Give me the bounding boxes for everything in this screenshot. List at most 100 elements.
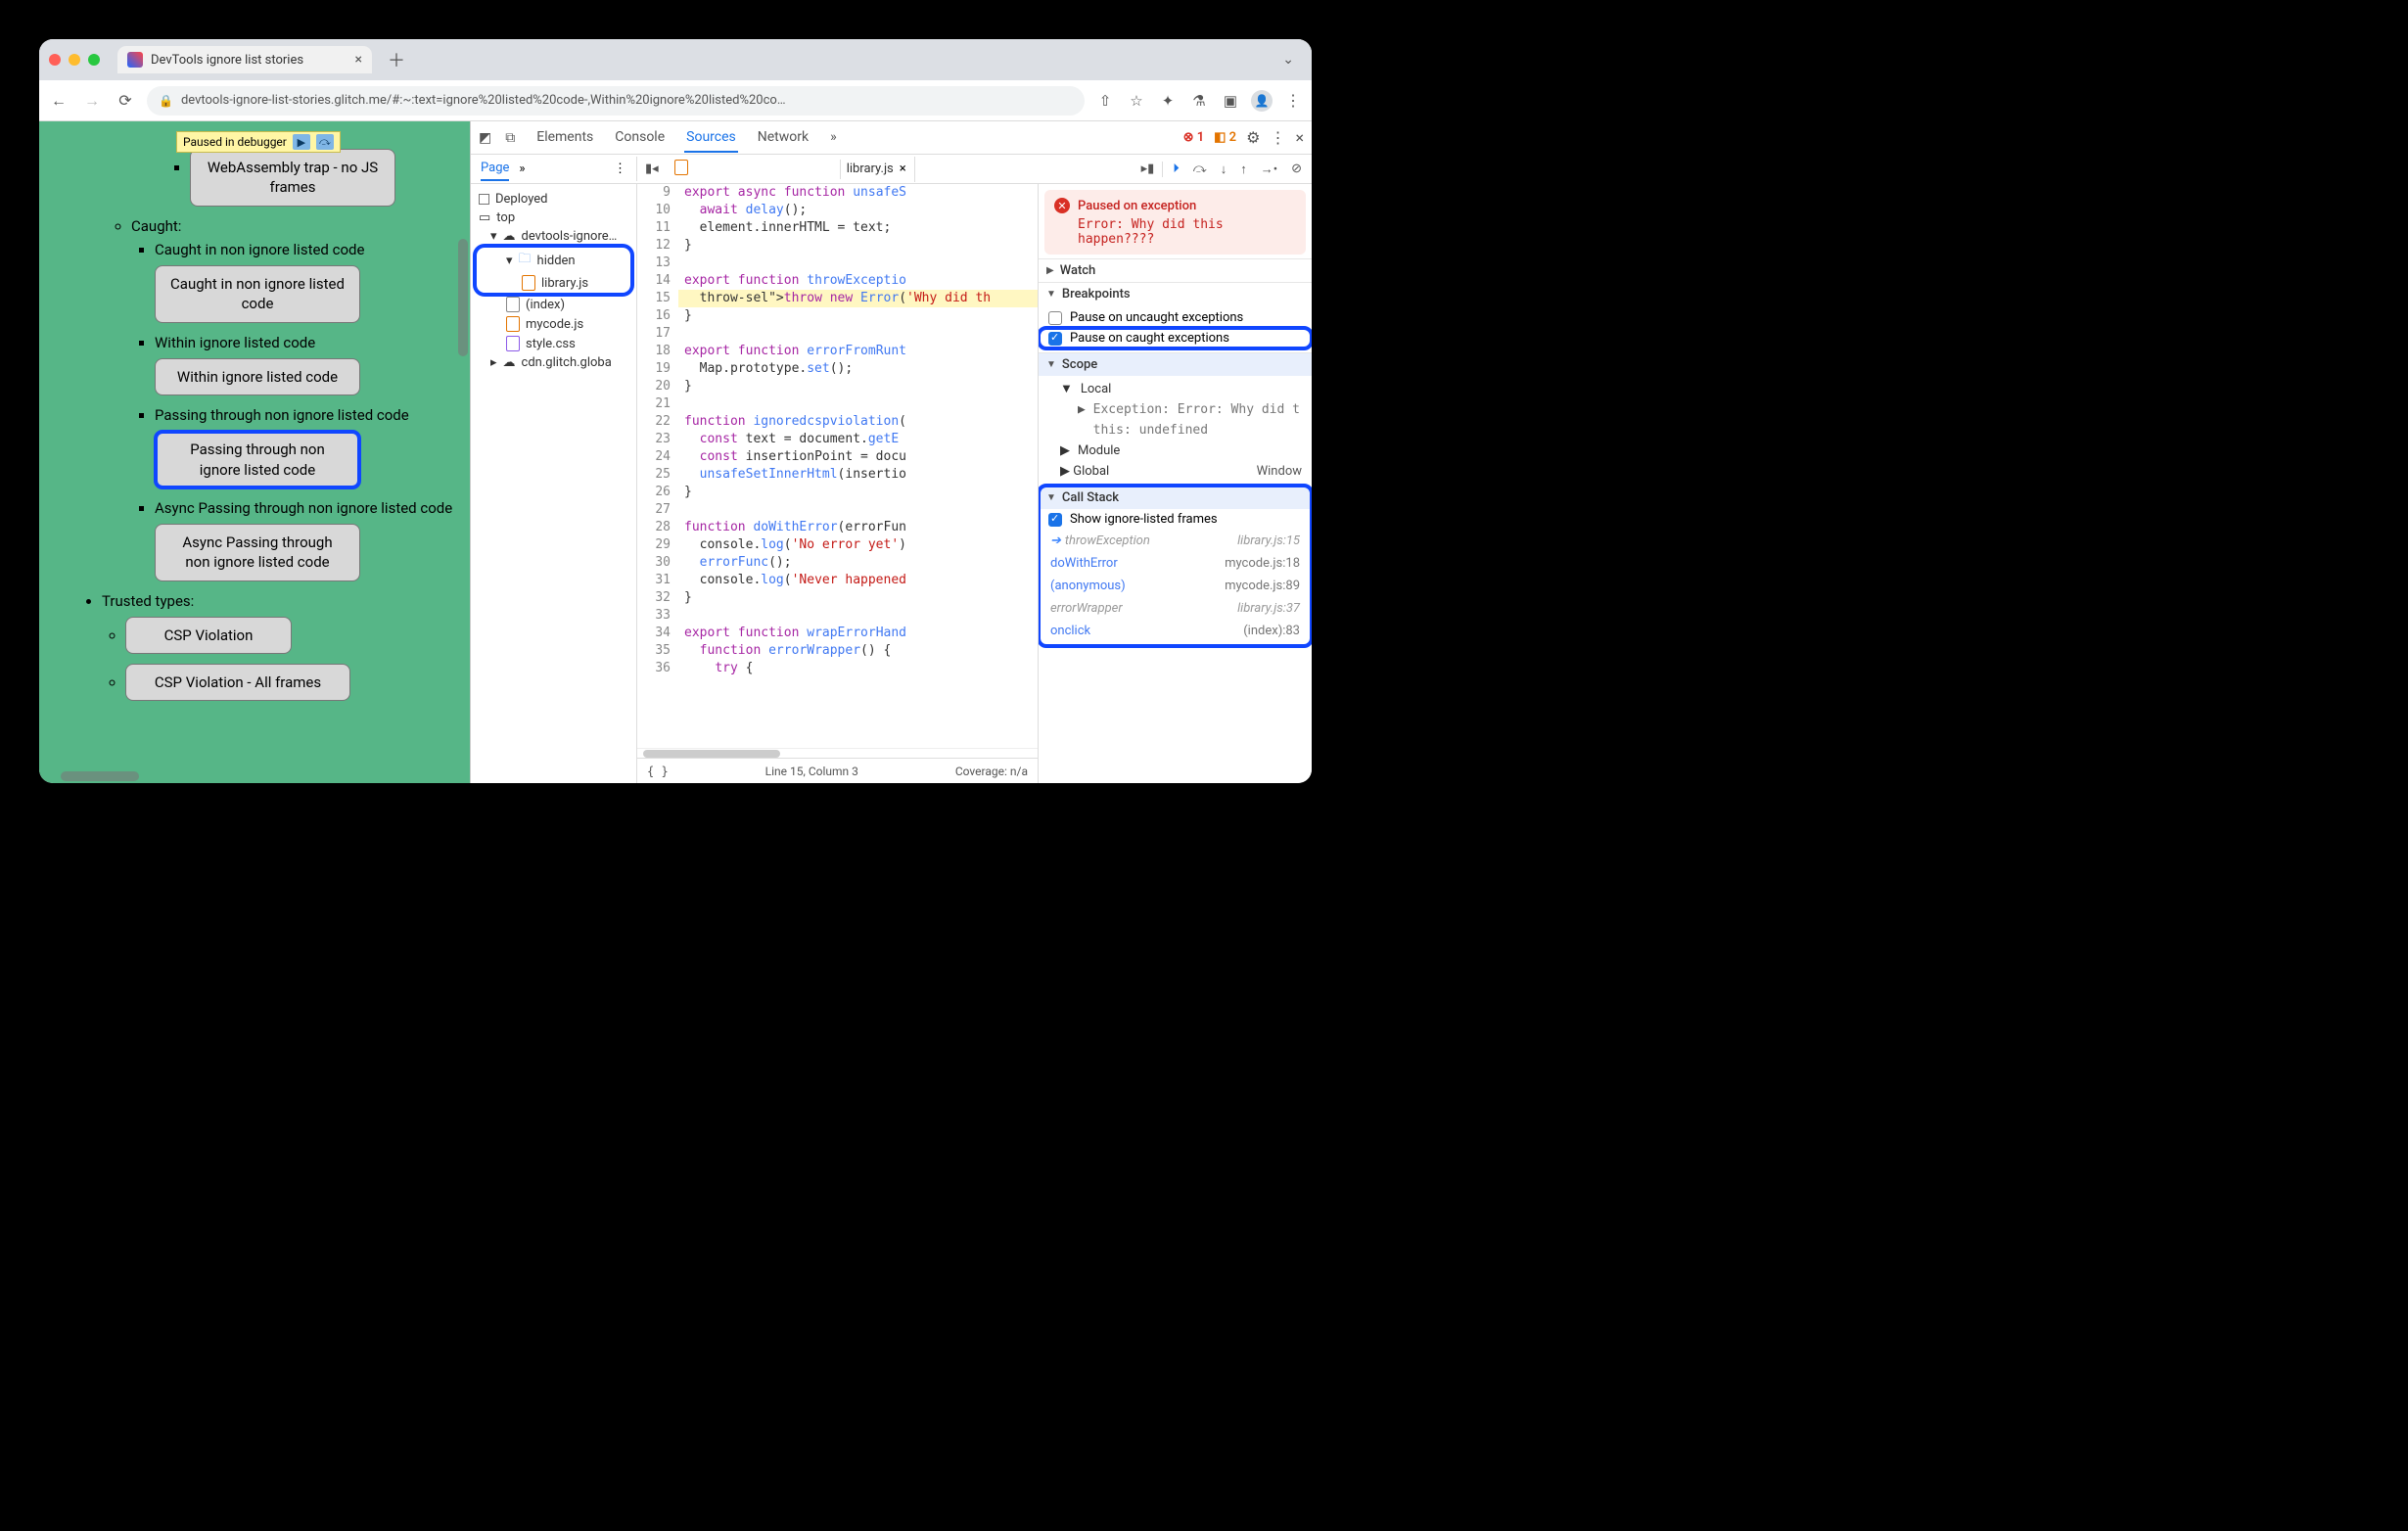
pause-caught-row[interactable]: Pause on caught exceptions <box>1039 328 1312 348</box>
code-line[interactable]: 23 const text = document.getE <box>637 431 1038 448</box>
wasm-trap-button[interactable]: WebAssembly trap - no JS frames <box>190 149 395 207</box>
callstack-frame[interactable]: ➔throwExceptionlibrary.js:15 <box>1039 530 1312 552</box>
code-line[interactable]: 20} <box>637 378 1038 395</box>
code-line[interactable]: 36 try { <box>637 660 1038 677</box>
nav-origin[interactable]: ▾☁devtools-ignore… <box>475 227 632 246</box>
caught-nonignore-button[interactable]: Caught in non ignore listed code <box>155 265 360 323</box>
side-panel-icon[interactable]: ▣ <box>1220 92 1241 110</box>
nav-index-file[interactable]: (index) <box>475 295 632 314</box>
sources-page-overflow-icon[interactable]: » <box>519 162 525 176</box>
code-line[interactable]: 16} <box>637 307 1038 325</box>
code-line[interactable]: 29 console.log('No error yet') <box>637 536 1038 554</box>
code-line[interactable]: 18export function errorFromRunt <box>637 343 1038 360</box>
scope-header[interactable]: ▼Scope <box>1039 353 1312 376</box>
code-line[interactable]: 30 errorFunc(); <box>637 554 1038 572</box>
reload-button[interactable]: ⟳ <box>114 91 137 110</box>
code-line[interactable]: 9export async function unsafeS <box>637 184 1038 202</box>
scope-exception[interactable]: ▶ Exception: Error: Why did t <box>1039 399 1312 420</box>
step-button[interactable]: →• <box>1261 162 1277 177</box>
page-hscrollbar[interactable] <box>61 771 139 781</box>
code-area[interactable]: 9export async function unsafeS10 await d… <box>637 184 1038 748</box>
show-ignore-listed-checkbox[interactable] <box>1048 513 1062 527</box>
code-line[interactable]: 21 <box>637 395 1038 413</box>
nav-library-file[interactable]: library.js <box>475 273 632 293</box>
omnibox[interactable]: 🔒 devtools-ignore-list-stories.glitch.me… <box>147 86 1085 116</box>
page-scrollbar[interactable] <box>458 239 468 356</box>
inspect-element-icon[interactable]: ◩ <box>479 130 491 146</box>
toggle-sidebar-icon[interactable]: ▸▮ <box>1141 162 1155 176</box>
close-window-button[interactable] <box>49 54 61 66</box>
open-file-tab[interactable]: library.js × <box>667 157 915 182</box>
file-tab-close-icon[interactable]: × <box>900 162 906 176</box>
code-line[interactable]: 22function ignoredcspviolation( <box>637 413 1038 431</box>
back-button[interactable]: ← <box>47 91 70 111</box>
code-line[interactable]: 19 Map.prototype.set(); <box>637 360 1038 378</box>
csp-violation-button[interactable]: CSP Violation <box>125 617 292 654</box>
code-line[interactable]: 11 element.innerHTML = text; <box>637 219 1038 237</box>
code-line[interactable]: 15 throw-sel">throw new Error('Why did t… <box>637 290 1038 307</box>
within-ignore-button[interactable]: Within ignore listed code <box>155 358 360 395</box>
code-line[interactable]: 28function doWithError(errorFun <box>637 519 1038 536</box>
passing-through-button[interactable]: Passing through non ignore listed code <box>155 431 360 488</box>
chrome-menu-icon[interactable]: ⋮ <box>1282 91 1304 110</box>
code-line[interactable]: 27 <box>637 501 1038 519</box>
nav-style-file[interactable]: style.css <box>475 334 632 353</box>
code-line[interactable]: 24 const insertionPoint = docu <box>637 448 1038 466</box>
code-line[interactable]: 31 console.log('Never happened <box>637 572 1038 589</box>
error-badge[interactable]: ⊗ 1 <box>1183 130 1205 145</box>
resume-button[interactable]: ⏵ <box>1173 162 1180 176</box>
step-over-button[interactable]: ⤼ <box>1193 162 1207 176</box>
callstack-frame[interactable]: doWithErrormycode.js:18 <box>1039 552 1312 575</box>
code-line[interactable]: 12} <box>637 237 1038 255</box>
devtools-close-icon[interactable]: × <box>1295 128 1304 147</box>
scope-local[interactable]: ▼Local <box>1039 378 1312 399</box>
sources-page-tab[interactable]: Page <box>481 157 509 181</box>
device-toolbar-icon[interactable]: ⧉ <box>505 130 515 146</box>
pause-uncaught-row[interactable]: Pause on uncaught exceptions <box>1039 307 1312 328</box>
watch-header[interactable]: ▶Watch <box>1039 259 1312 282</box>
code-line[interactable]: 10 await delay(); <box>637 202 1038 219</box>
toggle-navigator-icon[interactable]: ▮◂ <box>645 162 659 176</box>
tab-close-icon[interactable]: × <box>355 52 362 68</box>
code-line[interactable]: 17 <box>637 325 1038 343</box>
callstack-header[interactable]: ▼Call Stack <box>1039 487 1312 509</box>
flask-icon[interactable]: ⚗ <box>1188 92 1210 110</box>
code-line[interactable]: 32} <box>637 589 1038 607</box>
callstack-frame[interactable]: errorWrapperlibrary.js:37 <box>1039 597 1312 620</box>
step-mini-button[interactable]: ⤼ <box>316 134 334 150</box>
bookmark-icon[interactable]: ☆ <box>1126 92 1147 110</box>
code-hscrollbar[interactable] <box>637 748 1038 758</box>
resume-mini-button[interactable]: ▶ <box>293 134 310 150</box>
tab-sources[interactable]: Sources <box>684 123 738 153</box>
minimize-window-button[interactable] <box>69 54 80 66</box>
forward-button[interactable]: → <box>80 91 104 111</box>
share-icon[interactable]: ⇧ <box>1094 92 1116 110</box>
step-into-button[interactable]: ↓ <box>1221 162 1227 177</box>
nav-mycode-file[interactable]: mycode.js <box>475 314 632 334</box>
nav-cdn-origin[interactable]: ▸☁cdn.glitch.globa <box>475 353 632 372</box>
code-line[interactable]: 13 <box>637 255 1038 272</box>
navigator-menu-icon[interactable]: ⋮ <box>614 162 626 176</box>
show-ignore-listed-row[interactable]: Show ignore-listed frames <box>1039 509 1312 530</box>
scope-this[interactable]: this: undefined <box>1039 420 1312 441</box>
pause-uncaught-checkbox[interactable] <box>1048 311 1062 325</box>
tab-overflow-button[interactable]: ⌄ <box>1274 52 1302 68</box>
pause-caught-checkbox[interactable] <box>1048 332 1062 346</box>
profile-avatar[interactable]: 👤 <box>1251 90 1273 112</box>
scope-module[interactable]: ▶Module <box>1039 441 1312 461</box>
async-passing-button[interactable]: Async Passing through non ignore listed … <box>155 524 360 581</box>
nav-hidden-folder[interactable]: ▾🗀hidden <box>475 248 632 273</box>
devtools-menu-icon[interactable]: ⋮ <box>1270 128 1285 147</box>
breakpoints-header[interactable]: ▼Breakpoints <box>1039 283 1312 305</box>
code-line[interactable]: 14export function throwExceptio <box>637 272 1038 290</box>
scope-global[interactable]: ▶ Global Window <box>1039 461 1312 482</box>
pretty-print-icon[interactable]: { } <box>647 765 669 778</box>
code-line[interactable]: 34export function wrapErrorHand <box>637 625 1038 642</box>
warning-badge[interactable]: ◧ 2 <box>1214 130 1236 145</box>
tab-overflow-icon[interactable]: » <box>828 123 839 153</box>
tab-console[interactable]: Console <box>613 123 667 153</box>
settings-gear-icon[interactable]: ⚙ <box>1246 128 1260 147</box>
code-line[interactable]: 33 <box>637 607 1038 625</box>
browser-tab[interactable]: DevTools ignore list stories × <box>117 46 372 73</box>
maximize-window-button[interactable] <box>88 54 100 66</box>
